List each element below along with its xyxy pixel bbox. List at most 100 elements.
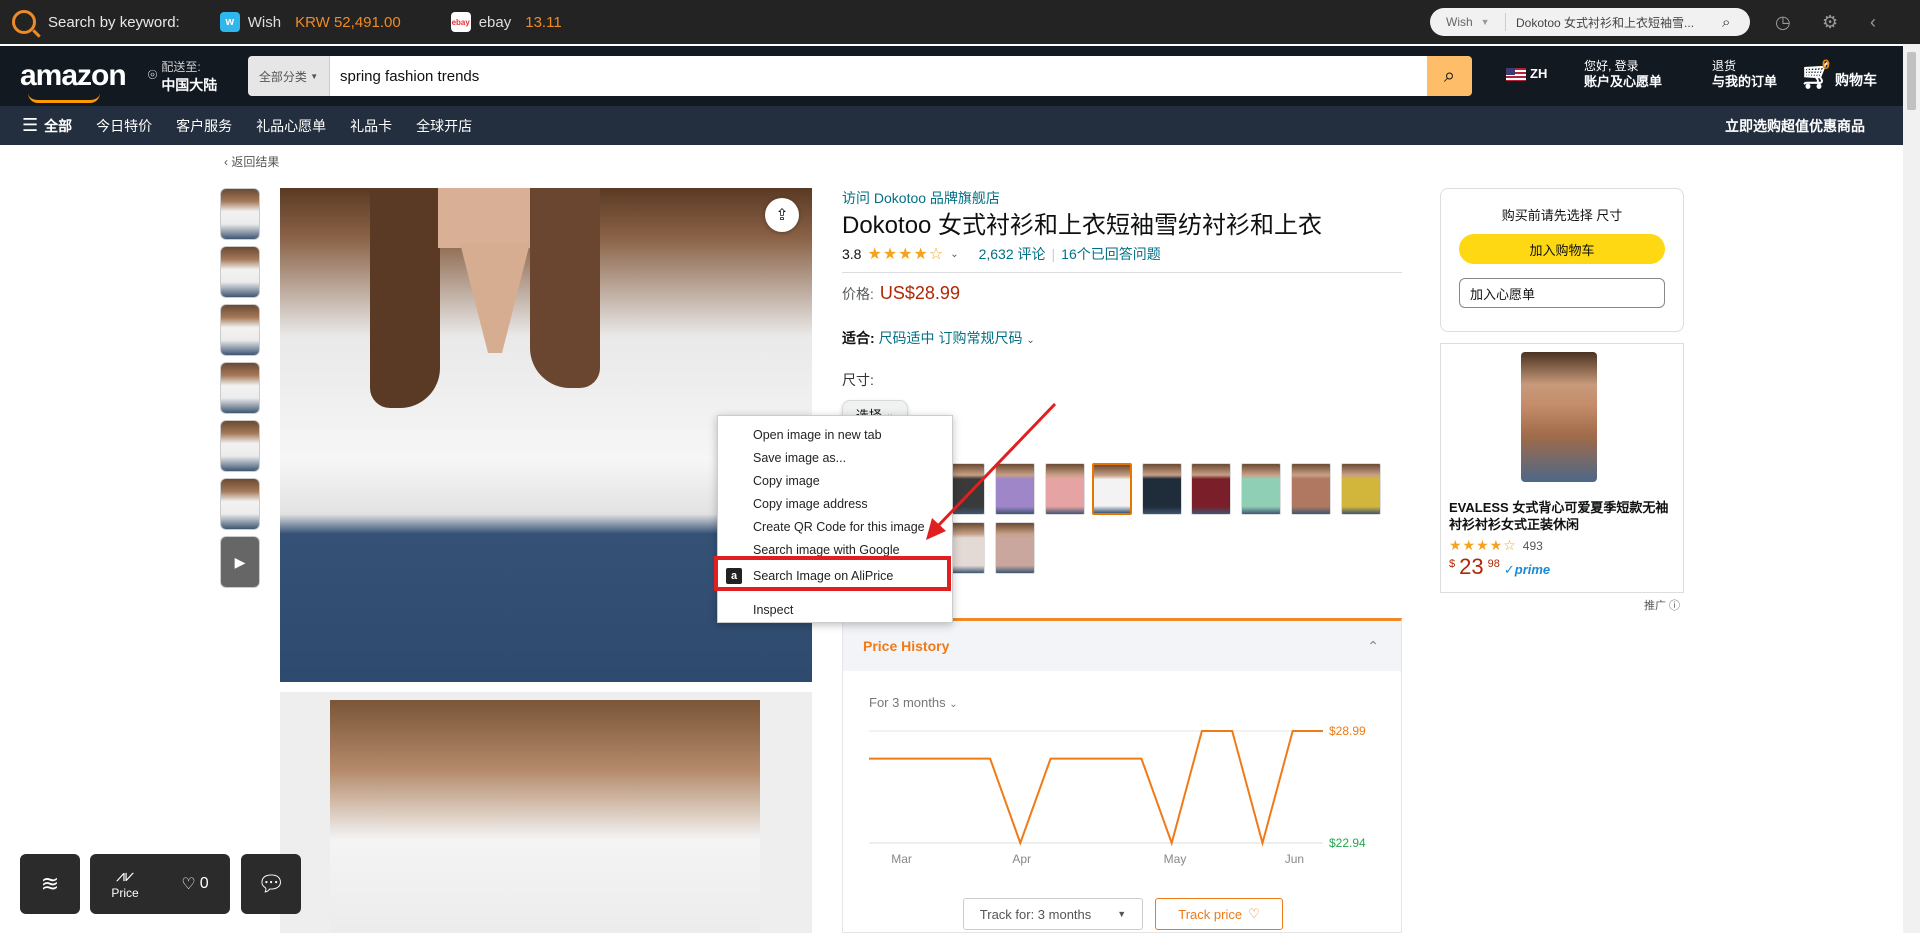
nav-item-sell[interactable]: 全球开店 [416,116,472,136]
ctx-copy-image-address[interactable]: Copy image address [753,497,868,511]
ctx-inspect[interactable]: Inspect [753,603,793,617]
ad-product-image[interactable] [1521,352,1597,482]
cart-link[interactable]: 🛒︎ 0 购物车 [1800,56,1877,88]
ctx-search-image-aliprice[interactable]: Search Image on AliPrice [753,569,893,583]
thumbnail-1[interactable] [220,188,260,240]
account-menu[interactable]: 您好, 登录 账户及心愿单 [1584,58,1662,90]
clock-icon[interactable]: ◷ [1775,12,1791,33]
second-product-image[interactable] [280,692,812,933]
fit-label: 适合: [842,330,875,346]
color-swatch[interactable] [1291,463,1331,515]
gear-icon[interactable]: ⚙ [1822,12,1838,33]
price-row: 价格: US$28.99 [842,283,1402,304]
color-swatch[interactable] [1045,463,1085,515]
ctx-search-image-google[interactable]: Search image with Google [753,543,900,557]
orders-link[interactable]: 退货 与我的订单 [1712,58,1777,90]
aliprice-logo-icon[interactable] [12,10,36,34]
ad-reviews-count: 493 [1522,538,1543,553]
scroll-top-button[interactable]: ≋ [20,854,80,914]
caret-down-icon: ▼ [1117,909,1127,919]
color-swatch[interactable] [1092,463,1132,515]
add-to-cart-button[interactable]: 加入购物车 [1459,234,1665,264]
ctx-copy-image[interactable]: Copy image [753,474,820,488]
ext-site-wish-price: KRW 52,491.00 [295,13,401,31]
price-history-title: Price History [863,638,950,654]
ctx-create-qr-code[interactable]: Create QR Code for this image [753,520,925,534]
thumbnail-3[interactable] [220,304,260,356]
ext-site-wish[interactable]: w Wish KRW 52,491.00 [219,12,401,32]
us-flag-icon [1506,67,1526,81]
search-input[interactable]: spring fashion trends [330,56,1427,96]
color-swatch[interactable] [995,522,1035,574]
price-widget-button[interactable]: ⩘⩗ Price [111,868,138,900]
nav-item-customer-service[interactable]: 客户服务 [176,116,232,136]
ebay-icon: ebay [450,12,471,32]
thumbnail-4[interactable] [220,362,260,414]
price-widget[interactable]: ⩘⩗ Price ♡ 0 [90,854,230,914]
account-greeting: 您好, 登录 [1584,59,1639,73]
reviews-link[interactable]: 2,632 评论 [979,244,1046,264]
color-swatch[interactable] [995,463,1035,515]
price-history-range-select[interactable]: For 3 months ⌄ [869,695,958,710]
add-to-wishlist-button[interactable]: 加入心愿单 [1459,278,1665,308]
ctx-save-image-as[interactable]: Save image as... [753,451,846,465]
track-price-button[interactable]: Track price ♡ [1155,898,1283,930]
search-category-select[interactable]: 全部分类 ▼ [248,56,330,96]
search-button[interactable]: ⌕ [1427,56,1472,96]
search-icon[interactable]: ⌕ [1722,14,1750,31]
page-scrollbar[interactable] [1903,44,1920,933]
language-code: ZH [1530,66,1548,81]
ext-search-box[interactable]: Wish ▼ Dokotoo 女式衬衫和上衣短袖雪... ⌕ [1430,8,1750,36]
deliver-to[interactable]: ⌾ 配送至: 中国大陆 [148,58,218,95]
ad-title[interactable]: EVALESS 女式背心可爱夏季短款无袖衬衫衬衫女式正装休闲 [1449,499,1677,533]
chevron-up-icon[interactable]: ⌃ [1367,638,1379,655]
rating-stars-icon[interactable]: ★★★★☆ [867,244,944,264]
color-swatch[interactable] [1341,463,1381,515]
sponsored-label[interactable]: 推广 ⓘ [1644,597,1680,613]
fit-value-link[interactable]: 尺码适中 订购常规尺码 [879,330,1023,346]
track-for-select[interactable]: Track for: 3 months ▼ [963,898,1143,930]
nav-promo[interactable]: 立即选购超值优惠商品 [1725,116,1865,136]
share-icon[interactable]: ⇪ [765,198,799,232]
thumbnail-video[interactable]: ▶ [220,536,260,588]
ad-stars-icon: ★★★★☆ [1449,537,1517,553]
nav-item-gift-cards[interactable]: 礼品卡 [350,116,392,136]
ext-site-ebay[interactable]: ebay ebay 13.11 [450,12,562,32]
heart-icon: ♡ [1248,906,1260,921]
ad-price-dollar: 23 [1459,554,1484,579]
ext-search-site-select[interactable]: Wish ▼ [1430,13,1506,31]
price-history-actions: Track for: 3 months ▼ Track price ♡ [963,898,1283,930]
color-swatch[interactable] [1241,463,1281,515]
sponsored-ad[interactable]: EVALESS 女式背心可爱夏季短款无袖衬衫衬衫女式正装休闲 ★★★★☆ 493… [1440,343,1684,593]
thumbnail-6[interactable] [220,478,260,530]
nav-item-all[interactable]: ☰ 全部 [22,115,72,136]
ext-search-label: Search by keyword: [48,13,180,31]
store-link[interactable]: 访问 Dokotoo 品牌旗舰店 [842,188,1402,208]
color-swatch[interactable] [1142,463,1182,515]
favorites-button[interactable]: ♡ 0 [181,874,208,894]
price-history-header[interactable]: Price History ⌃ [843,621,1401,671]
nav-item-deals[interactable]: 今日特价 [96,116,152,136]
thumbnail-5[interactable] [220,420,260,472]
nav-item-registry[interactable]: 礼品心愿单 [256,116,326,136]
color-swatch[interactable] [1191,463,1231,515]
account-label: 账户及心愿单 [1584,74,1663,89]
thumbnail-2[interactable] [220,246,260,298]
price-history-chart: Mar Apr May Jun $28.99 $22.94 [869,724,1366,866]
price-series-line [869,730,1323,847]
context-menu: Open image in new tab Save image as... C… [714,415,953,623]
back-to-results-link[interactable]: ‹ 返回结果 [224,153,279,170]
ext-search-query[interactable]: Dokotoo 女式衬衫和上衣短袖雪... [1506,14,1722,31]
amazon-logo[interactable]: amazon [20,59,127,103]
scrollbar-thumb[interactable] [1907,52,1916,110]
ad-price-cents: 98 [1487,558,1500,570]
chevron-down-icon[interactable]: ⌄ [950,249,958,260]
chat-button[interactable]: 💬︎ [241,854,301,914]
chevron-left-icon[interactable]: ‹ [1870,12,1876,33]
answered-questions-link[interactable]: 16个已回答问题 [1061,244,1161,264]
language-selector[interactable]: ZH [1506,66,1547,82]
ctx-open-image-new-tab[interactable]: Open image in new tab [753,428,882,442]
buybox-heading: 购买前请先选择 尺寸 [1501,208,1623,223]
chevron-down-icon[interactable]: ⌄ [1026,335,1034,346]
buy-box: 购买前请先选择 尺寸 加入购物车 加入心愿单 [1440,188,1684,332]
